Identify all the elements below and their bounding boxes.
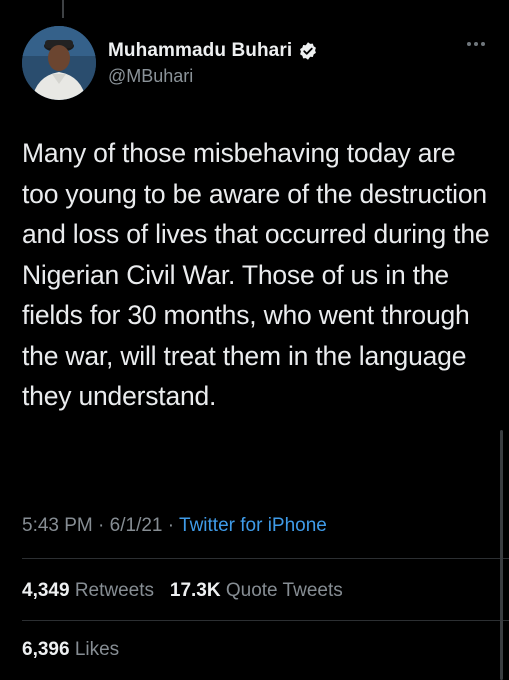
- author-block: Muhammadu Buhari @MBuhari: [108, 40, 318, 87]
- retweets-stat[interactable]: 4,349 Retweets: [22, 580, 159, 601]
- likes-stat[interactable]: 6,396 Likes: [22, 639, 119, 660]
- tweet-time[interactable]: 5:43 PM: [22, 515, 93, 536]
- author-handle[interactable]: @MBuhari: [108, 66, 318, 87]
- avatar-image: [22, 26, 96, 100]
- thread-connector-line: [62, 0, 64, 18]
- avatar[interactable]: [22, 26, 96, 100]
- retweets-count: 4,349: [22, 580, 70, 601]
- tweet-header: Muhammadu Buhari @MBuhari: [22, 26, 491, 106]
- quote-tweets-count: 17.3K: [169, 580, 221, 601]
- tweet-meta: 5:43 PM · 6/1/21 · Twitter for iPhone: [22, 515, 327, 537]
- quote-tweets-stat[interactable]: 17.3K Quote Tweets: [170, 580, 343, 601]
- engagement-stats-row: 4,349 Retweets 17.3K Quote Tweets: [22, 580, 343, 602]
- likes-stats-row: 6,396 Likes: [22, 639, 119, 661]
- author-name[interactable]: Muhammadu Buhari: [108, 40, 292, 62]
- meta-separator: ·: [98, 515, 105, 536]
- likes-label: Likes: [74, 639, 120, 660]
- divider: [22, 620, 509, 621]
- tweet-source-link[interactable]: Twitter for iPhone: [179, 515, 327, 536]
- tweet-date[interactable]: 6/1/21: [110, 515, 163, 536]
- more-options-icon[interactable]: [467, 42, 485, 46]
- verified-badge-icon: [298, 41, 318, 61]
- retweets-label: Retweets: [74, 580, 155, 601]
- tweet-text: Many of those misbehaving today are too …: [22, 138, 490, 411]
- meta-separator: ·: [167, 515, 175, 536]
- scrollbar[interactable]: [500, 430, 503, 680]
- quote-tweets-label: Quote Tweets: [225, 580, 343, 601]
- divider: [22, 558, 509, 559]
- likes-count: 6,396: [22, 639, 70, 660]
